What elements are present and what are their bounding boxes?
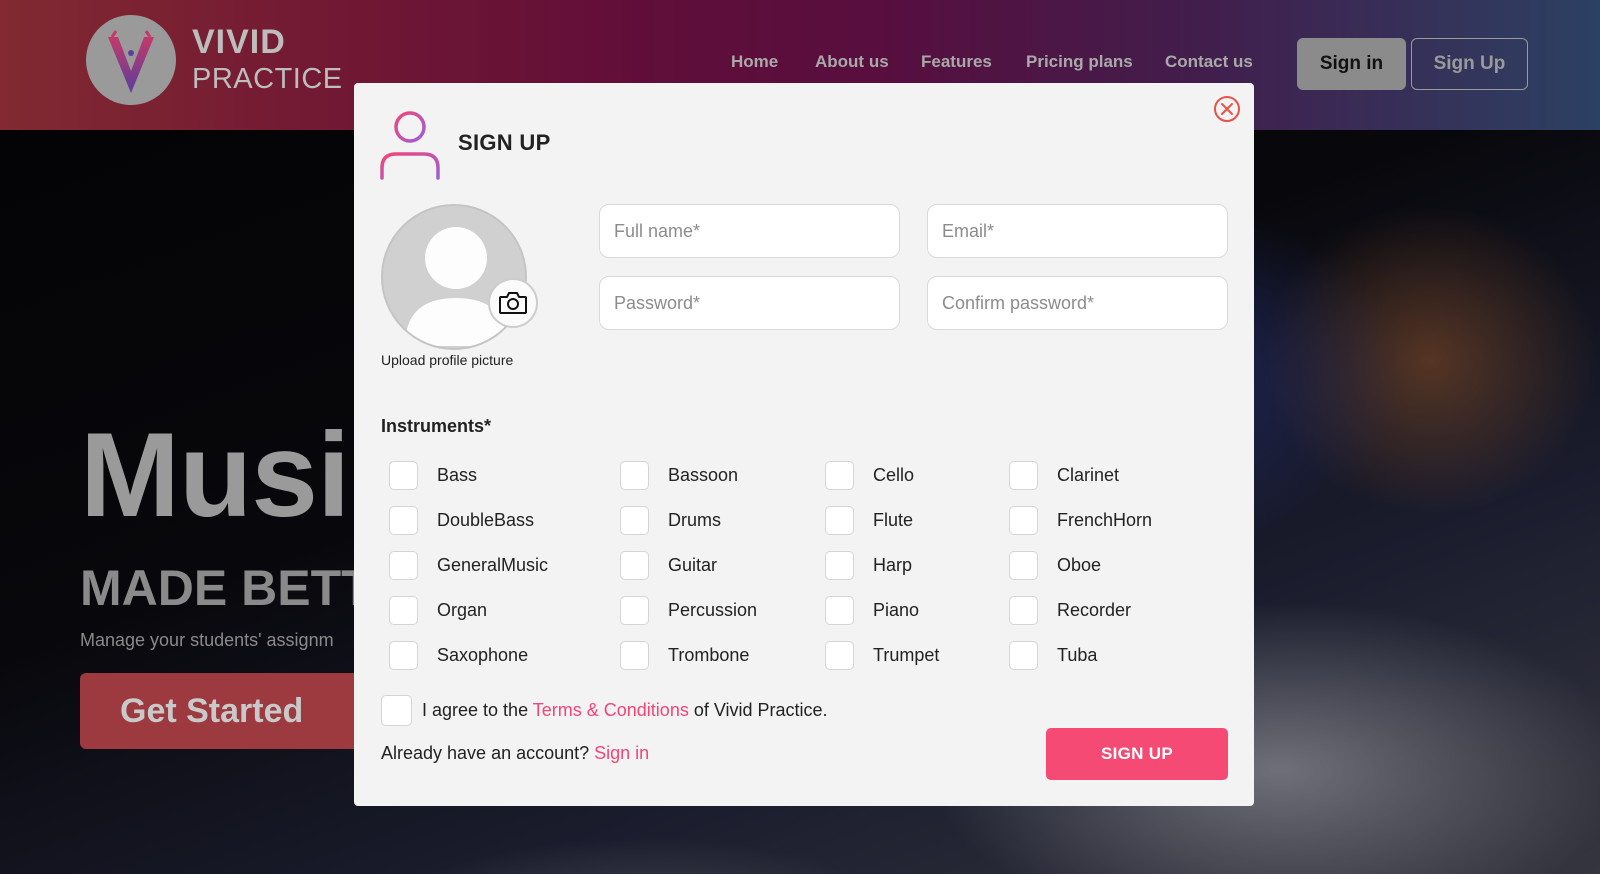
full-name-field[interactable] (599, 204, 900, 258)
instrument-option-frenchhorn[interactable]: FrenchHorn (1009, 504, 1152, 536)
brand-line-1: VIVID (192, 23, 286, 61)
checkbox[interactable] (620, 460, 649, 490)
checkbox[interactable] (620, 640, 649, 670)
instrument-option-bassoon[interactable]: Bassoon (620, 459, 738, 491)
sign-in-link[interactable]: Sign in (594, 743, 649, 763)
modal-title: SIGN UP (458, 130, 551, 155)
checkbox[interactable] (825, 595, 854, 625)
terms-link[interactable]: Terms & Conditions (533, 700, 689, 720)
hero-title: Musi (80, 408, 350, 542)
terms-checkbox[interactable] (381, 695, 412, 726)
instrument-option-oboe[interactable]: Oboe (1009, 549, 1101, 581)
instrument-option-cello[interactable]: Cello (825, 459, 914, 491)
checkbox[interactable] (825, 640, 854, 670)
checkbox[interactable] (1009, 550, 1038, 580)
header-sign-up-button[interactable]: Sign Up (1411, 38, 1528, 90)
instrument-label: Organ (437, 599, 488, 620)
user-icon (379, 110, 441, 180)
hero-subtitle: MADE BETT (80, 560, 372, 616)
instrument-option-piano[interactable]: Piano (825, 594, 919, 626)
instrument-option-trombone[interactable]: Trombone (620, 639, 749, 671)
checkbox[interactable] (825, 505, 854, 535)
already-have-account: Already have an account? Sign in (381, 743, 649, 764)
nav-about-us[interactable]: About us (815, 52, 889, 72)
instrument-option-generalmusic[interactable]: GeneralMusic (389, 549, 548, 581)
checkbox[interactable] (620, 505, 649, 535)
instrument-label: Saxophone (437, 644, 529, 665)
checkbox[interactable] (620, 550, 649, 580)
upload-profile-picture-label: Upload profile picture (381, 352, 514, 368)
instrument-option-trumpet[interactable]: Trumpet (825, 639, 939, 671)
instrument-label: Flute (873, 509, 914, 530)
nav-pricing-plans[interactable]: Pricing plans (1026, 52, 1133, 72)
sign-up-submit-button[interactable]: SIGN UP (1046, 728, 1228, 780)
checkbox[interactable] (389, 505, 418, 535)
logo-v-icon[interactable] (86, 15, 176, 105)
brand-name: VIVID PRACTICE (192, 22, 343, 96)
checkbox[interactable] (389, 550, 418, 580)
brand-line-2: PRACTICE (192, 63, 343, 95)
checkbox[interactable] (825, 460, 854, 490)
get-started-button[interactable]: Get Started (80, 673, 380, 749)
instrument-label: Piano (873, 599, 920, 620)
instrument-option-bass[interactable]: Bass (389, 459, 477, 491)
instrument-option-guitar[interactable]: Guitar (620, 549, 717, 581)
instrument-option-flute[interactable]: Flute (825, 504, 913, 536)
instrument-label: Drums (668, 509, 721, 530)
instrument-label: Harp (873, 554, 913, 575)
instrument-option-organ[interactable]: Organ (389, 594, 487, 626)
checkbox[interactable] (1009, 460, 1038, 490)
instrument-label: Recorder (1057, 599, 1132, 620)
instrument-option-clarinet[interactable]: Clarinet (1009, 459, 1119, 491)
confirm-password-field[interactable] (927, 276, 1228, 330)
signup-modal: SIGN UP Upload profile picture Instrumen… (354, 83, 1254, 806)
instrument-option-recorder[interactable]: Recorder (1009, 594, 1131, 626)
instrument-label: Trumpet (873, 644, 940, 665)
already-text: Already have an account? (381, 743, 595, 763)
instrument-label: Percussion (668, 599, 758, 620)
instrument-option-percussion[interactable]: Percussion (620, 594, 757, 626)
instrument-label: Oboe (1057, 554, 1102, 575)
checkbox[interactable] (825, 550, 854, 580)
header-sign-in-button[interactable]: Sign in (1297, 38, 1406, 90)
instrument-label: Tuba (1057, 644, 1098, 665)
password-field[interactable] (599, 276, 900, 330)
instrument-label: DoubleBass (437, 509, 535, 530)
instrument-label: GeneralMusic (437, 554, 549, 575)
terms-text: I agree to the Terms & Conditions of Viv… (422, 700, 828, 721)
instrument-label: Guitar (668, 554, 718, 575)
instrument-label: Clarinet (1057, 464, 1120, 485)
hero-description: Manage your students' assignm (80, 630, 334, 650)
nav-contact-us[interactable]: Contact us (1165, 52, 1253, 72)
instrument-label: Bass (437, 464, 478, 485)
checkbox[interactable] (1009, 595, 1038, 625)
terms-agreement: I agree to the Terms & Conditions of Viv… (381, 695, 828, 726)
checkbox[interactable] (389, 640, 418, 670)
instrument-option-drums[interactable]: Drums (620, 504, 721, 536)
checkbox[interactable] (620, 595, 649, 625)
instrument-label: FrenchHorn (1057, 509, 1153, 530)
instrument-option-tuba[interactable]: Tuba (1009, 639, 1097, 671)
instrument-option-saxophone[interactable]: Saxophone (389, 639, 528, 671)
avatar-placeholder-icon[interactable] (381, 204, 527, 350)
camera-icon[interactable] (488, 278, 538, 328)
email-field[interactable] (927, 204, 1228, 258)
checkbox[interactable] (389, 460, 418, 490)
checkbox[interactable] (1009, 505, 1038, 535)
terms-suffix: of Vivid Practice. (688, 700, 828, 720)
nav-features[interactable]: Features (921, 52, 992, 72)
close-icon[interactable] (1213, 95, 1241, 123)
terms-prefix: I agree to the (422, 700, 533, 720)
instrument-label: Trombone (668, 644, 750, 665)
instruments-label: Instruments* (381, 416, 492, 436)
instrument-label: Bassoon (668, 464, 739, 485)
instrument-label: Cello (873, 464, 915, 485)
instrument-option-doublebass[interactable]: DoubleBass (389, 504, 534, 536)
nav-home[interactable]: Home (731, 52, 778, 72)
instrument-option-harp[interactable]: Harp (825, 549, 912, 581)
checkbox[interactable] (389, 595, 418, 625)
checkbox[interactable] (1009, 640, 1038, 670)
